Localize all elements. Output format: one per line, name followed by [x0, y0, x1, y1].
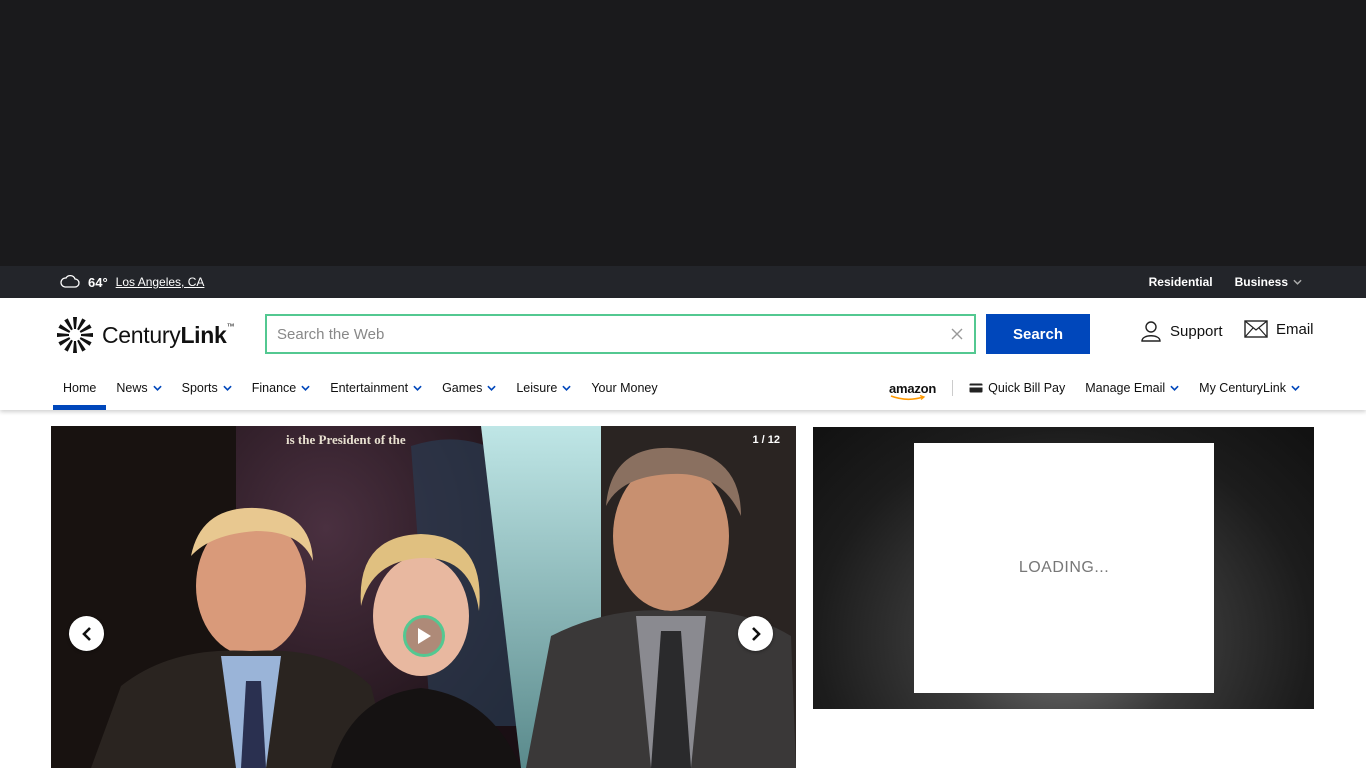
support-label: Support [1170, 322, 1223, 340]
nav-item-sports[interactable]: Sports [172, 368, 242, 408]
previous-slide-button[interactable] [69, 616, 104, 651]
amazon-link[interactable]: amazon [879, 380, 946, 400]
utility-bar: 64° Los Angeles, CA Residential Business [0, 266, 1366, 298]
nav-item-finance[interactable]: Finance [242, 368, 320, 408]
ad-loading-text: LOADING... [1018, 559, 1110, 576]
manage-email-menu[interactable]: Manage Email [1075, 381, 1189, 395]
poster-text: is the President of the [286, 432, 406, 447]
business-menu[interactable]: Business [1235, 275, 1302, 289]
chevron-down-icon [301, 385, 310, 391]
nav-label: Finance [251, 381, 297, 395]
weather-location-link[interactable]: Los Angeles, CA [116, 275, 205, 289]
nav-label: Leisure [516, 381, 558, 395]
play-button[interactable] [403, 615, 445, 657]
centurylink-burst-icon [57, 317, 93, 353]
utility-nav: amazon Quick Bill Pay Manage Email My Ce… [879, 368, 1310, 408]
business-label: Business [1234, 275, 1288, 289]
my-centurylink-label: My CenturyLink [1199, 381, 1286, 395]
my-centurylink-menu[interactable]: My CenturyLink [1189, 381, 1310, 395]
user-icon [1141, 321, 1161, 342]
logo-trademark: ™ [226, 321, 235, 331]
site-header: CenturyLink™ Search Support Email Home N… [0, 298, 1366, 410]
chevron-down-icon [487, 385, 497, 391]
search-input[interactable] [267, 316, 937, 352]
divider [952, 380, 954, 396]
chevron-down-icon [1170, 385, 1179, 391]
nav-label: Games [442, 381, 483, 395]
nav-label: Entertainment [330, 381, 409, 395]
quick-bill-pay-link[interactable]: Quick Bill Pay [959, 381, 1075, 395]
chevron-down-icon [562, 385, 572, 391]
credit-card-icon [969, 383, 983, 393]
page-root: 64° Los Angeles, CA Residential Business [0, 0, 1366, 768]
manage-email-label: Manage Email [1085, 381, 1166, 395]
slideshow[interactable]: is the President of the 1 / 12 [51, 426, 796, 768]
support-link[interactable]: Support [1140, 320, 1223, 342]
nav-label: Home [63, 381, 97, 395]
email-label: Email [1276, 320, 1314, 338]
chevron-down-icon [1293, 279, 1302, 285]
nav-item-games[interactable]: Games [432, 368, 506, 408]
main-nav: Home News Sports Finance Entertainment G… [53, 368, 668, 410]
search-box [265, 314, 976, 354]
logo-wordmark: CenturyLink™ [102, 321, 235, 349]
cloud-icon [60, 274, 80, 291]
logo-word-light: Century [102, 321, 181, 348]
nav-item-home[interactable]: Home [53, 368, 107, 410]
nav-item-leisure[interactable]: Leisure [506, 368, 581, 408]
chevron-down-icon [223, 385, 232, 391]
next-slide-button[interactable] [738, 616, 773, 651]
segment-links: Residential Business [1149, 266, 1302, 298]
top-ad-banner[interactable] [0, 0, 1366, 266]
nav-label: News [116, 381, 148, 395]
slide-counter: 1 / 12 [752, 434, 780, 446]
nav-item-news[interactable]: News [106, 368, 171, 408]
email-link[interactable]: Email [1244, 320, 1314, 338]
weather-widget[interactable]: 64° Los Angeles, CA [60, 266, 204, 298]
sidebar-ad[interactable]: LOADING... [813, 427, 1314, 709]
quick-bill-pay-label: Quick Bill Pay [988, 381, 1066, 395]
residential-link[interactable]: Residential [1149, 275, 1213, 289]
centurylink-logo[interactable]: CenturyLink™ [56, 316, 235, 354]
chevron-down-icon [1291, 385, 1300, 391]
logo-word-bold: Link [180, 321, 227, 348]
nav-item-your-money[interactable]: Your Money [581, 368, 667, 408]
close-icon[interactable] [948, 325, 966, 343]
chevron-left-icon [81, 626, 91, 641]
chevron-right-icon [751, 626, 761, 641]
weather-temperature: 64° [88, 274, 108, 290]
play-icon [418, 628, 431, 644]
nav-label: Sports [181, 381, 218, 395]
envelope-icon [1244, 320, 1268, 338]
chevron-down-icon [413, 385, 422, 391]
amazon-logo-text: amazon [888, 380, 937, 396]
amazon-smile-icon [890, 394, 926, 400]
search-button[interactable]: Search [986, 314, 1090, 354]
nav-item-entertainment[interactable]: Entertainment [320, 368, 432, 408]
ad-loading-panel: LOADING... [914, 443, 1214, 693]
slideshow-photo: is the President of the [51, 426, 796, 768]
nav-label: Your Money [591, 381, 658, 395]
chevron-down-icon [152, 385, 162, 391]
